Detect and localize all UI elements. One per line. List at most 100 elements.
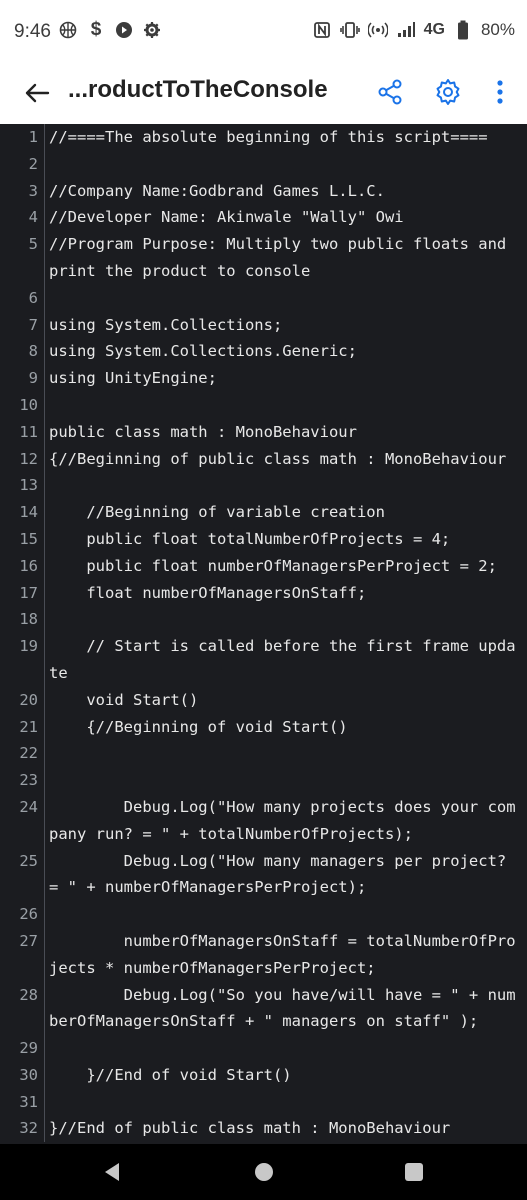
network-type: 4G xyxy=(423,21,445,38)
code-line: 9 using UnityEngine; xyxy=(0,365,527,392)
signal-icon xyxy=(396,20,416,40)
line-text: using System.Collections; xyxy=(49,315,283,334)
code-line: 5 //Program Purpose: Multiply two public … xyxy=(0,231,527,285)
line-number: 9 xyxy=(28,369,38,388)
line-text xyxy=(45,740,517,767)
settings-icon xyxy=(436,79,460,105)
code-line: 2 xyxy=(0,150,527,178)
back-triangle-icon xyxy=(105,1163,119,1181)
line-number: 23 xyxy=(19,771,38,790)
code-line: 12 {//Beginning of public class math : Mo… xyxy=(0,445,527,473)
line-text: }//End of void Start() xyxy=(49,1065,292,1084)
line-text: }//End of public class math : MonoBehavi… xyxy=(49,1119,451,1138)
line-text: using UnityEngine; xyxy=(49,369,217,388)
vibrate-icon xyxy=(339,20,360,40)
line-number: 13 xyxy=(19,476,38,495)
dollar-icon: $ xyxy=(90,19,102,40)
code-line: 21 {//Beginning of void Start() xyxy=(0,713,527,741)
home-circle-icon xyxy=(255,1163,273,1181)
line-text: using System.Collections.Generic; xyxy=(49,342,357,361)
system-nav-bar xyxy=(0,1144,527,1200)
share-icon xyxy=(378,79,402,105)
line-number: 1 xyxy=(28,128,38,146)
code-line: 25 Debug.Log("How many managers per proj… xyxy=(0,847,527,902)
back-button[interactable] xyxy=(22,78,52,108)
line-text: public class math : MonoBehaviour xyxy=(49,422,357,441)
line-number: 2 xyxy=(28,154,38,173)
code-line: 28 Debug.Log("So you have/will have = " … xyxy=(0,981,527,1036)
line-number: 18 xyxy=(19,610,38,629)
play-circle-icon xyxy=(114,20,134,40)
line-text: {//Beginning of public class math : Mono… xyxy=(49,449,507,468)
line-text: //Beginning of variable creation xyxy=(49,503,385,522)
code-line: 18 xyxy=(0,606,527,634)
code-line: 8 using System.Collections.Generic; xyxy=(0,338,527,366)
line-number: 27 xyxy=(19,931,38,950)
code-line: 13 xyxy=(0,472,527,500)
line-text xyxy=(45,606,517,633)
nav-home-button[interactable] xyxy=(250,1158,278,1186)
more-vert-icon xyxy=(497,80,503,104)
line-number: 5 xyxy=(28,235,38,254)
line-number: 8 xyxy=(28,342,38,361)
line-text: numberOfManagersOnStaff = totalNumberOfP… xyxy=(49,931,516,977)
basketball-icon xyxy=(58,20,78,40)
line-number: 24 xyxy=(19,797,38,816)
line-number: 22 xyxy=(19,744,38,763)
code-line: 19 // Start is called before the first f… xyxy=(0,633,527,687)
code-editor[interactable]: 1 //====The absolute beginning of this sc… xyxy=(0,124,527,1144)
share-button[interactable] xyxy=(374,76,406,108)
line-number: 4 xyxy=(28,208,38,227)
line-text: //Program Purpose: Multiply two public f… xyxy=(49,235,516,280)
line-text: Debug.Log("So you have/will have = " + n… xyxy=(49,985,516,1031)
code-line: 3 //Company Name:Godbrand Games L.L.C. xyxy=(0,177,527,205)
line-text: // Start is called before the first fram… xyxy=(49,637,516,682)
code-line: 16 public float numberOfManagersPerProje… xyxy=(0,552,527,580)
line-number: 12 xyxy=(19,449,38,468)
battery-percent: 80% xyxy=(480,20,515,39)
line-number: 3 xyxy=(28,181,38,200)
line-text xyxy=(45,767,517,794)
line-text: //====The absolute beginning of this scr… xyxy=(49,128,488,146)
status-left-icons: $ xyxy=(58,19,162,40)
app-bar: ...roductToTheConsole xyxy=(0,62,527,124)
line-number: 6 xyxy=(28,288,38,307)
status-right-icons: 4G 80% xyxy=(312,20,515,40)
code-line: 11 public class math : MonoBehaviour xyxy=(0,418,527,446)
line-text: //Developer Name: Akinwale "Wally" Owi xyxy=(49,208,404,227)
line-text: public float numberOfManagersPerProject … xyxy=(49,556,497,575)
code-line: 14 //Beginning of variable creation xyxy=(0,499,527,526)
code-line: 15 public float totalNumberOfProjects = … xyxy=(0,525,527,553)
line-text: float numberOfManagersOnStaff; xyxy=(49,583,367,602)
line-number: 7 xyxy=(28,315,38,334)
battery-icon xyxy=(453,20,473,40)
line-number: 31 xyxy=(19,1092,38,1111)
code-line: 31 xyxy=(0,1088,527,1116)
line-text: void Start() xyxy=(49,690,199,709)
line-text: {//Beginning of void Start() xyxy=(49,717,348,736)
nav-recents-button[interactable] xyxy=(400,1158,428,1186)
line-number: 25 xyxy=(19,851,38,870)
status-bar: 9:46 $ 4G 80% xyxy=(0,0,527,62)
more-options-button[interactable] xyxy=(484,76,516,108)
nav-back-button[interactable] xyxy=(98,1158,126,1186)
line-number: 21 xyxy=(19,717,38,736)
line-number: 10 xyxy=(19,395,38,414)
line-text xyxy=(45,1035,517,1062)
settings-button[interactable] xyxy=(432,76,464,108)
line-number: 26 xyxy=(19,905,38,924)
line-number: 30 xyxy=(19,1065,38,1084)
line-text xyxy=(45,901,517,928)
line-number: 28 xyxy=(19,985,38,1004)
line-text xyxy=(45,1089,517,1116)
code-line: 7 using System.Collections; xyxy=(0,311,527,339)
recents-square-icon xyxy=(405,1163,423,1181)
code-line: 10 xyxy=(0,391,527,419)
line-text: //Company Name:Godbrand Games L.L.C. xyxy=(49,181,385,200)
line-number: 14 xyxy=(19,503,38,522)
line-number: 15 xyxy=(19,529,38,548)
line-number: 11 xyxy=(19,422,38,441)
line-number: 20 xyxy=(19,690,38,709)
code-line: 1 //====The absolute beginning of this sc… xyxy=(0,124,527,151)
status-time: 9:46 xyxy=(14,21,51,42)
